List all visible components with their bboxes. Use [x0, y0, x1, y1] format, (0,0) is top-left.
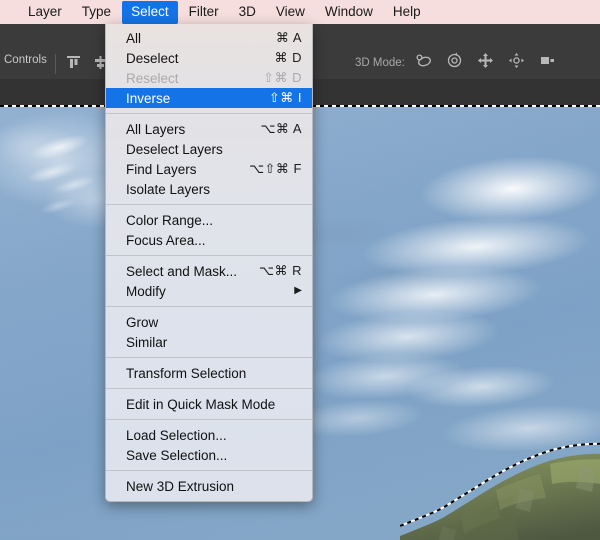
- menu-item-deselect-layers[interactable]: Deselect Layers: [106, 139, 312, 159]
- menubar-item-view[interactable]: View: [267, 1, 314, 24]
- menu-item-all[interactable]: All ⌘ A: [106, 28, 312, 48]
- drag-3d-object-icon[interactable]: [477, 52, 494, 69]
- menu-item-label: Grow: [126, 314, 159, 330]
- menu-item-label: All Layers: [126, 121, 186, 137]
- menubar-item-3d[interactable]: 3D: [230, 1, 265, 24]
- menu-item-load-selection[interactable]: Load Selection...: [106, 425, 312, 445]
- menu-item-label: Reselect: [126, 70, 179, 86]
- menu-item-shortcut: ⇧⌘ D: [263, 70, 302, 85]
- photoshop-window: Controls 3D Mode: Layer Type Select Filt…: [0, 0, 600, 540]
- menu-separator: [106, 204, 312, 205]
- select-menu-dropdown: All ⌘ A Deselect ⌘ D Reselect ⇧⌘ D Inverse ⇧⌘ I…: [105, 24, 313, 502]
- menu-item-similar[interactable]: Similar: [106, 332, 312, 352]
- menu-item-shortcut: ⌥⇧⌘ F: [249, 161, 302, 176]
- menu-item-grow[interactable]: Grow: [106, 312, 312, 332]
- slide-3d-object-icon[interactable]: [508, 52, 525, 69]
- menu-item-shortcut: ⌥⌘ A: [260, 121, 302, 136]
- menu-separator: [106, 388, 312, 389]
- menu-item-label: Isolate Layers: [126, 181, 211, 197]
- menu-bar: Layer Type Select Filter 3D View Window …: [0, 0, 600, 24]
- menu-item-modify[interactable]: Modify ▶: [106, 281, 312, 301]
- menu-item-label: Find Layers: [126, 161, 197, 177]
- menu-item-label: Focus Area...: [126, 232, 206, 248]
- menu-item-label: Color Range...: [126, 212, 214, 228]
- menu-separator: [106, 113, 312, 114]
- menu-item-label: Inverse: [126, 90, 171, 106]
- menu-item-shortcut: ⌘ A: [275, 30, 302, 45]
- menubar-item-select[interactable]: Select: [122, 0, 178, 24]
- menubar-item-type[interactable]: Type: [73, 1, 120, 24]
- menu-item-label: Deselect: [126, 50, 179, 66]
- menu-item-shortcut: ⌥⌘ R: [259, 263, 302, 278]
- menu-item-label: Similar: [126, 334, 168, 350]
- menu-separator: [106, 255, 312, 256]
- roll-3d-object-icon[interactable]: [446, 52, 463, 69]
- menu-item-shortcut: ⌘ D: [274, 50, 302, 65]
- menu-item-label: Select and Mask...: [126, 263, 238, 279]
- menu-item-label: New 3D Extrusion: [126, 478, 235, 494]
- rotate-3d-object-icon[interactable]: [415, 52, 432, 69]
- controls-label: Controls: [4, 54, 47, 66]
- menu-item-transform-selection[interactable]: Transform Selection: [106, 363, 312, 383]
- menu-item-color-range[interactable]: Color Range...: [106, 210, 312, 230]
- menu-item-label: Load Selection...: [126, 427, 227, 443]
- menu-item-deselect[interactable]: Deselect ⌘ D: [106, 48, 312, 68]
- menubar-item-help[interactable]: Help: [384, 1, 430, 24]
- menu-item-label: Edit in Quick Mask Mode: [126, 396, 276, 412]
- menu-item-label: Deselect Layers: [126, 141, 223, 157]
- menu-item-inverse[interactable]: Inverse ⇧⌘ I: [106, 88, 312, 108]
- menu-item-label: All: [126, 30, 142, 46]
- menu-item-new-3d-extrusion[interactable]: New 3D Extrusion: [106, 476, 312, 496]
- menu-item-edit-in-quick-mask-mode[interactable]: Edit in Quick Mask Mode: [106, 394, 312, 414]
- menubar-item-layer[interactable]: Layer: [19, 1, 71, 24]
- menu-item-reselect: Reselect ⇧⌘ D: [106, 68, 312, 88]
- menu-item-select-and-mask[interactable]: Select and Mask... ⌥⌘ R: [106, 261, 312, 281]
- 3d-mode-label: 3D Mode:: [355, 57, 405, 69]
- 3d-mode-icon-group: [408, 52, 563, 69]
- menubar-item-filter[interactable]: Filter: [180, 1, 228, 24]
- align-top-edges-icon[interactable]: [65, 54, 82, 71]
- menu-item-label: Save Selection...: [126, 447, 228, 463]
- submenu-arrow-icon: ▶: [294, 285, 302, 296]
- menu-separator: [106, 470, 312, 471]
- scale-3d-object-icon[interactable]: [539, 52, 556, 69]
- menu-item-label: Transform Selection: [126, 365, 247, 381]
- menu-separator: [106, 419, 312, 420]
- menubar-item-window[interactable]: Window: [316, 1, 382, 24]
- menu-item-save-selection[interactable]: Save Selection...: [106, 445, 312, 465]
- menu-item-focus-area[interactable]: Focus Area...: [106, 230, 312, 250]
- menu-item-label: Modify: [126, 283, 166, 299]
- menu-item-shortcut: ⇧⌘ I: [268, 90, 302, 105]
- menu-separator: [106, 357, 312, 358]
- menu-separator: [106, 306, 312, 307]
- menu-item-all-layers[interactable]: All Layers ⌥⌘ A: [106, 119, 312, 139]
- menu-item-find-layers[interactable]: Find Layers ⌥⇧⌘ F: [106, 159, 312, 179]
- menu-item-isolate-layers[interactable]: Isolate Layers: [106, 179, 312, 199]
- toolbar-separator-1: [55, 54, 56, 74]
